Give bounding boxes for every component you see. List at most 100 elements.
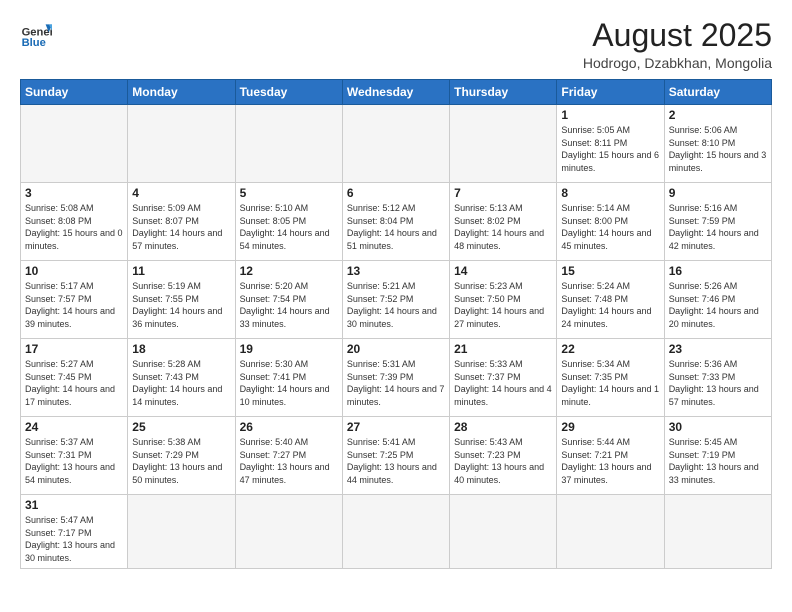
day-number: 18 [132,342,230,356]
day-info: Sunrise: 5:26 AM Sunset: 7:46 PM Dayligh… [669,280,767,330]
day-number: 2 [669,108,767,122]
day-number: 16 [669,264,767,278]
table-row: 25 Sunrise: 5:38 AM Sunset: 7:29 PM Dayli… [128,417,235,495]
col-thursday: Thursday [450,80,557,105]
day-number: 19 [240,342,338,356]
main-title: August 2025 [583,18,772,53]
table-row: 20 Sunrise: 5:31 AM Sunset: 7:39 PM Dayli… [342,339,449,417]
table-row: 21 Sunrise: 5:33 AM Sunset: 7:37 PM Dayli… [450,339,557,417]
table-row: 17 Sunrise: 5:27 AM Sunset: 7:45 PM Dayli… [21,339,128,417]
day-number: 11 [132,264,230,278]
table-row: 3 Sunrise: 5:08 AM Sunset: 8:08 PM Daylig… [21,183,128,261]
day-info: Sunrise: 5:33 AM Sunset: 7:37 PM Dayligh… [454,358,552,408]
day-number: 9 [669,186,767,200]
day-info: Sunrise: 5:38 AM Sunset: 7:29 PM Dayligh… [132,436,230,486]
day-info: Sunrise: 5:40 AM Sunset: 7:27 PM Dayligh… [240,436,338,486]
table-row: 14 Sunrise: 5:23 AM Sunset: 7:50 PM Dayli… [450,261,557,339]
logo-icon: General Blue [20,18,52,50]
day-info: Sunrise: 5:16 AM Sunset: 7:59 PM Dayligh… [669,202,767,252]
table-row: 12 Sunrise: 5:20 AM Sunset: 7:54 PM Dayli… [235,261,342,339]
day-number: 29 [561,420,659,434]
col-sunday: Sunday [21,80,128,105]
day-info: Sunrise: 5:20 AM Sunset: 7:54 PM Dayligh… [240,280,338,330]
table-row: 29 Sunrise: 5:44 AM Sunset: 7:21 PM Dayli… [557,417,664,495]
day-number: 30 [669,420,767,434]
day-number: 4 [132,186,230,200]
col-friday: Friday [557,80,664,105]
table-row [450,495,557,568]
table-row: 22Sunrise: 5:34 AM Sunset: 7:35 PM Dayli… [557,339,664,417]
day-info: Sunrise: 5:23 AM Sunset: 7:50 PM Dayligh… [454,280,552,330]
table-row [557,495,664,568]
calendar-header-row: Sunday Monday Tuesday Wednesday Thursday… [21,80,772,105]
table-row [235,495,342,568]
day-number: 12 [240,264,338,278]
day-info: Sunrise: 5:08 AM Sunset: 8:08 PM Dayligh… [25,202,123,252]
table-row: 16 Sunrise: 5:26 AM Sunset: 7:46 PM Dayli… [664,261,771,339]
table-row: 10 Sunrise: 5:17 AM Sunset: 7:57 PM Dayli… [21,261,128,339]
day-info: Sunrise: 5:06 AM Sunset: 8:10 PM Dayligh… [669,124,767,174]
day-info: Sunrise: 5:43 AM Sunset: 7:23 PM Dayligh… [454,436,552,486]
day-info: Sunrise: 5:28 AM Sunset: 7:43 PM Dayligh… [132,358,230,408]
day-number: 25 [132,420,230,434]
table-row [342,495,449,568]
day-number: 17 [25,342,123,356]
table-row: 18 Sunrise: 5:28 AM Sunset: 7:43 PM Dayli… [128,339,235,417]
day-number: 10 [25,264,123,278]
table-row: 9 Sunrise: 5:16 AM Sunset: 7:59 PM Daylig… [664,183,771,261]
day-number: 21 [454,342,552,356]
day-info: Sunrise: 5:37 AM Sunset: 7:31 PM Dayligh… [25,436,123,486]
day-info: Sunrise: 5:27 AM Sunset: 7:45 PM Dayligh… [25,358,123,408]
col-tuesday: Tuesday [235,80,342,105]
table-row: 13 Sunrise: 5:21 AM Sunset: 7:52 PM Dayli… [342,261,449,339]
table-row: 24 Sunrise: 5:37 AM Sunset: 7:31 PM Dayli… [21,417,128,495]
day-info: Sunrise: 5:45 AM Sunset: 7:19 PM Dayligh… [669,436,767,486]
day-info: Sunrise: 5:36 AM Sunset: 7:33 PM Dayligh… [669,358,767,408]
day-number: 5 [240,186,338,200]
day-number: 14 [454,264,552,278]
day-number: 20 [347,342,445,356]
day-info: Sunrise: 5:14 AM Sunset: 8:00 PM Dayligh… [561,202,659,252]
day-info: Sunrise: 5:41 AM Sunset: 7:25 PM Dayligh… [347,436,445,486]
day-number: 6 [347,186,445,200]
subtitle: Hodrogo, Dzabkhan, Mongolia [583,55,772,71]
col-saturday: Saturday [664,80,771,105]
col-monday: Monday [128,80,235,105]
table-row: 8 Sunrise: 5:14 AM Sunset: 8:00 PM Daylig… [557,183,664,261]
table-row: 19Sunrise: 5:30 AM Sunset: 7:41 PM Dayli… [235,339,342,417]
day-info: Sunrise: 5:44 AM Sunset: 7:21 PM Dayligh… [561,436,659,486]
day-number: 3 [25,186,123,200]
day-number: 23 [669,342,767,356]
day-number: 24 [25,420,123,434]
table-row: 1Sunrise: 5:05 AM Sunset: 8:11 PM Daylig… [557,105,664,183]
table-row: 4Sunrise: 5:09 AM Sunset: 8:07 PM Daylig… [128,183,235,261]
day-number: 13 [347,264,445,278]
table-row: 5Sunrise: 5:10 AM Sunset: 8:05 PM Daylig… [235,183,342,261]
col-wednesday: Wednesday [342,80,449,105]
day-info: Sunrise: 5:05 AM Sunset: 8:11 PM Dayligh… [561,124,659,174]
table-row: 26 Sunrise: 5:40 AM Sunset: 7:27 PM Dayli… [235,417,342,495]
day-info: Sunrise: 5:47 AM Sunset: 7:17 PM Dayligh… [25,514,123,564]
day-number: 8 [561,186,659,200]
day-info: Sunrise: 5:17 AM Sunset: 7:57 PM Dayligh… [25,280,123,330]
day-info: Sunrise: 5:31 AM Sunset: 7:39 PM Dayligh… [347,358,445,408]
day-number: 28 [454,420,552,434]
table-row [21,105,128,183]
table-row: 27Sunrise: 5:41 AM Sunset: 7:25 PM Dayli… [342,417,449,495]
day-info: Sunrise: 5:24 AM Sunset: 7:48 PM Dayligh… [561,280,659,330]
table-row: 6Sunrise: 5:12 AM Sunset: 8:04 PM Daylig… [342,183,449,261]
table-row [235,105,342,183]
table-row: 23 Sunrise: 5:36 AM Sunset: 7:33 PM Dayli… [664,339,771,417]
day-info: Sunrise: 5:34 AM Sunset: 7:35 PM Dayligh… [561,358,659,408]
table-row [342,105,449,183]
table-row [128,495,235,568]
calendar-table: Sunday Monday Tuesday Wednesday Thursday… [20,79,772,568]
table-row [450,105,557,183]
day-info: Sunrise: 5:19 AM Sunset: 7:55 PM Dayligh… [132,280,230,330]
day-number: 26 [240,420,338,434]
table-row: 15 Sunrise: 5:24 AM Sunset: 7:48 PM Dayli… [557,261,664,339]
table-row [664,495,771,568]
svg-text:Blue: Blue [22,37,46,49]
day-number: 15 [561,264,659,278]
day-info: Sunrise: 5:21 AM Sunset: 7:52 PM Dayligh… [347,280,445,330]
